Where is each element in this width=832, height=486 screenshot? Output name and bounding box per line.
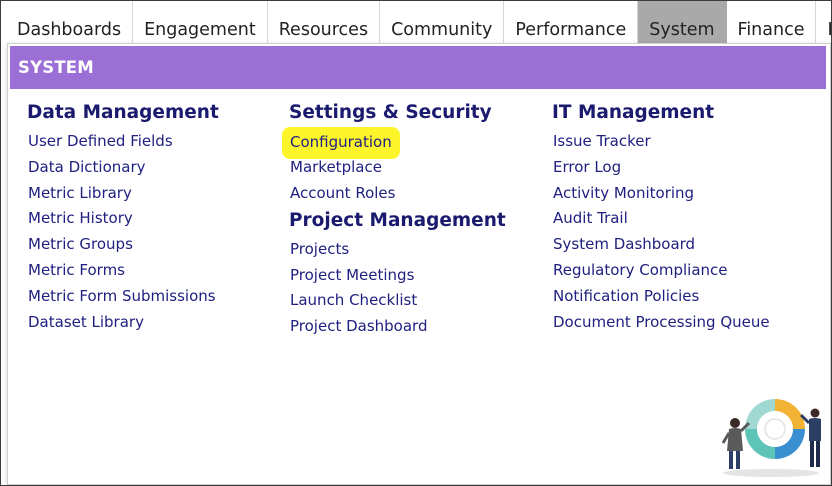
mega-menu-header: SYSTEM <box>10 46 826 89</box>
menu-link-error-log[interactable]: Error Log <box>553 158 770 176</box>
menu-link-regulatory-compliance[interactable]: Regulatory Compliance <box>553 261 770 279</box>
menu-link-dataset-library[interactable]: Dataset Library <box>28 313 219 331</box>
nav-tab-resources[interactable]: Resources <box>268 1 381 43</box>
menu-link-notification-policies[interactable]: Notification Policies <box>553 287 770 305</box>
column-data-management: Data Management User Defined Fields Data… <box>27 102 219 338</box>
nav-tab-finance[interactable]: Finance <box>727 1 817 43</box>
section-title-settings-security: Settings & Security <box>289 102 492 123</box>
menu-link-document-processing-queue[interactable]: Document Processing Queue <box>553 313 770 331</box>
section-title-it-management: IT Management <box>552 102 715 123</box>
menu-link-marketplace[interactable]: Marketplace <box>290 158 506 176</box>
section-title-project-management: Project Management <box>289 209 506 231</box>
menu-link-projects[interactable]: Projects <box>290 240 506 258</box>
column-it-management: IT Management Issue Tracker Error Log Ac… <box>552 102 770 338</box>
column-settings-and-projects: Settings & Security Configuration Market… <box>282 102 506 343</box>
menu-link-system-dashboard[interactable]: System Dashboard <box>553 235 770 253</box>
nav-tab-dashboards[interactable]: Dashboards <box>1 1 134 43</box>
nav-tab-help[interactable]: Help <box>816 1 831 43</box>
menu-link-configuration[interactable]: Configuration <box>282 127 400 159</box>
menu-link-project-meetings[interactable]: Project Meetings <box>290 266 506 284</box>
app-window: Dashboards Engagement Resources Communit… <box>0 0 832 486</box>
menu-link-data-dictionary[interactable]: Data Dictionary <box>28 158 219 176</box>
people-puzzle-ring-illustration-icon <box>721 399 821 477</box>
nav-tab-community[interactable]: Community <box>380 1 505 43</box>
menu-link-metric-groups[interactable]: Metric Groups <box>28 235 219 253</box>
top-navigation: Dashboards Engagement Resources Communit… <box>1 1 831 43</box>
nav-tab-system[interactable]: System <box>638 1 727 43</box>
menu-link-metric-library[interactable]: Metric Library <box>28 184 219 202</box>
menu-link-metric-form-submissions[interactable]: Metric Form Submissions <box>28 287 219 305</box>
menu-link-project-dashboard[interactable]: Project Dashboard <box>290 317 506 335</box>
menu-link-user-defined-fields[interactable]: User Defined Fields <box>28 132 219 150</box>
nav-tab-performance[interactable]: Performance <box>504 1 639 43</box>
menu-link-launch-checklist[interactable]: Launch Checklist <box>290 291 506 309</box>
menu-link-audit-trail[interactable]: Audit Trail <box>553 209 770 227</box>
menu-link-metric-history[interactable]: Metric History <box>28 209 219 227</box>
menu-link-activity-monitoring[interactable]: Activity Monitoring <box>553 184 770 202</box>
menu-link-account-roles[interactable]: Account Roles <box>290 184 506 202</box>
menu-link-issue-tracker[interactable]: Issue Tracker <box>553 132 770 150</box>
system-mega-menu: SYSTEM Data Management User Defined Fiel… <box>7 43 831 485</box>
nav-tab-engagement[interactable]: Engagement <box>133 1 268 43</box>
menu-link-metric-forms[interactable]: Metric Forms <box>28 261 219 279</box>
section-title-data-management: Data Management <box>27 102 219 123</box>
